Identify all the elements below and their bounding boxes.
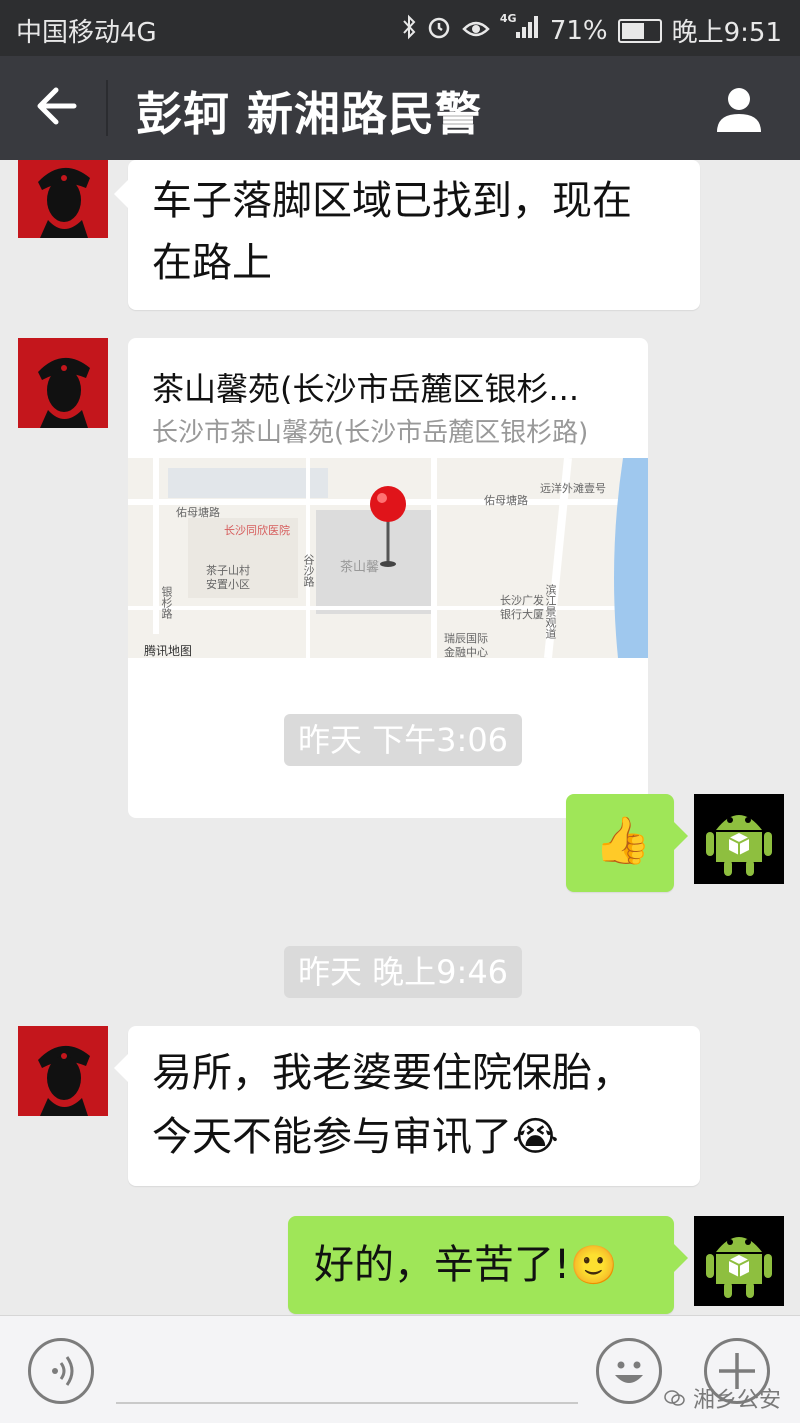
watermark-text: 湘乡公安 (693, 1388, 782, 1413)
self-message-bubble[interactable]: 👍 (566, 794, 688, 892)
self-avatar[interactable] (694, 1216, 784, 1306)
portrait-icon (18, 160, 108, 238)
map-label: 银杉路 (160, 586, 173, 619)
self-message-bubble[interactable]: 好的，辛苦了!🙂 (288, 1216, 688, 1314)
battery-icon (617, 18, 662, 43)
message-bubble[interactable]: 车子落脚区域已找到，现在 在路上 (114, 160, 700, 310)
voice-icon (52, 1356, 74, 1386)
crying-emoji-icon: 😭 (512, 1114, 559, 1160)
message-text-line: 今天不能参与审讯了 (152, 1114, 512, 1160)
map-label: 佑母塘路 (484, 494, 528, 507)
self-avatar[interactable] (694, 794, 784, 884)
map-provider-logo: 腾讯地图 (144, 644, 193, 658)
emoji-button[interactable] (596, 1338, 662, 1404)
smile-emoji-icon: 🙂 (570, 1243, 618, 1287)
timestamp: 昨天 晚上9:46 (284, 946, 523, 998)
back-arrow-icon (37, 87, 77, 125)
map-thumbnail[interactable]: 佑母塘路 佑母塘路 远洋外滩壹号 长沙同欣医院 茶子山村 安置小区 银杉路 谷沙… (128, 458, 648, 659)
contact-avatar[interactable] (18, 160, 108, 238)
map-label: 滨江景观道 (544, 584, 557, 639)
message-text-line: 易所，我老婆要住院保胎， (152, 1050, 632, 1096)
chat-title: 彭轲 新湘路民警 (136, 87, 483, 141)
map-label: 金融中心 (444, 646, 488, 659)
android-robot-icon (694, 1216, 784, 1306)
contact-avatar[interactable] (18, 1026, 108, 1116)
contact-profile-button[interactable] (712, 82, 766, 136)
smiley-icon (615, 1361, 643, 1383)
header-divider (106, 80, 108, 136)
map-pin-icon (370, 486, 406, 567)
bluetooth-icon (402, 14, 416, 47)
bubble-tail (674, 1244, 688, 1272)
map-label: 佑母塘路 (176, 506, 220, 519)
signal-icon: 4G (499, 12, 540, 47)
input-bar: 湘乡公安 (0, 1315, 800, 1423)
watermark: 湘乡公安 (664, 1382, 781, 1414)
message-list[interactable]: 车子落脚区域已找到，现在 在路上 茶山馨苑(长沙市岳麓区银杉... 长沙市茶山馨… (0, 160, 800, 1315)
map-label: 谷沙路 (302, 554, 315, 587)
timestamp: 昨天 下午3:06 (284, 714, 523, 766)
bubble-tail (114, 180, 128, 208)
eye-icon (462, 16, 490, 46)
contact-avatar[interactable] (18, 338, 108, 428)
portrait-icon (18, 338, 108, 428)
voice-input-button[interactable] (28, 1338, 94, 1404)
battery-percent: 71% (549, 15, 608, 46)
message-bubble[interactable]: 易所，我老婆要住院保胎， 今天不能参与审讯了😭 (114, 1026, 700, 1186)
message-text-line: 车子落脚区域已找到，现在 (152, 178, 632, 224)
bubble-tail (674, 822, 688, 850)
map-label: 长沙同欣医院 (224, 524, 290, 537)
clock: 晚上9:51 (671, 18, 782, 48)
map-label: 远洋外滩壹号 (540, 482, 606, 495)
android-robot-icon (694, 794, 784, 884)
wechat-logo-icon (664, 1388, 693, 1413)
network-badge: 4G (499, 12, 517, 25)
alarm-icon (426, 14, 452, 47)
back-button[interactable] (30, 78, 86, 134)
bubble-tail (114, 1054, 128, 1082)
person-icon (717, 88, 761, 132)
status-icons: 4G 71% 晚上9:51 (402, 12, 782, 49)
carrier-label: 中国移动4G (16, 18, 157, 48)
map-label: 安置小区 (206, 578, 250, 591)
chat-header: 彭轲 新湘路民警 (0, 56, 800, 160)
message-text-line: 在路上 (152, 240, 272, 286)
portrait-icon (18, 1026, 108, 1116)
location-title: 茶山馨苑(长沙市岳麓区银杉... (152, 370, 580, 408)
thumbs-up-icon: 👍 (594, 813, 652, 867)
message-text: 好的，辛苦了! (314, 1242, 571, 1288)
status-bar: 中国移动4G 4G 71% 晚上9:51 (0, 0, 800, 56)
message-input[interactable] (116, 1402, 578, 1404)
map-label: 银行大厦 (500, 608, 544, 621)
location-address: 长沙市茶山馨苑(长沙市岳麓区银杉路) (152, 418, 589, 448)
